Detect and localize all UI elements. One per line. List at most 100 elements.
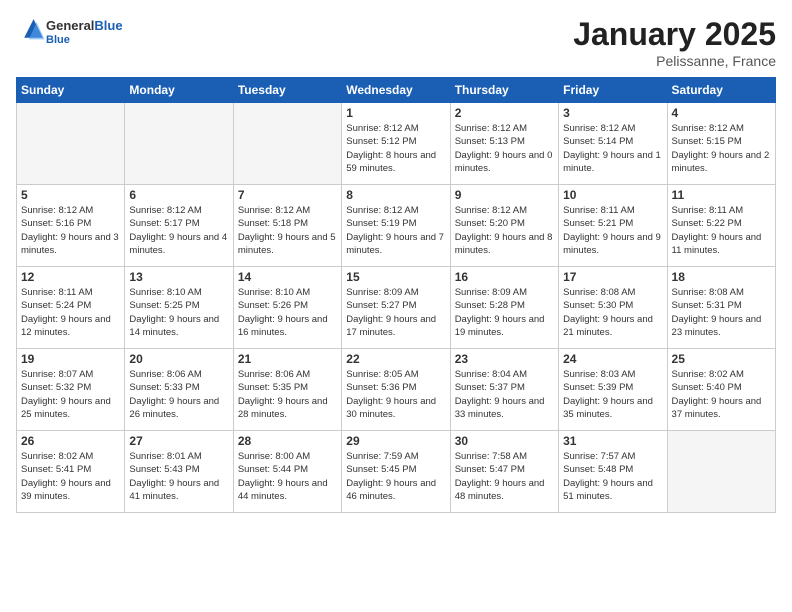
- day-number: 13: [129, 270, 228, 284]
- day-info: Sunrise: 7:59 AMSunset: 5:45 PMDaylight:…: [346, 450, 445, 503]
- day-info: Sunrise: 8:05 AMSunset: 5:36 PMDaylight:…: [346, 368, 445, 421]
- day-number: 28: [238, 434, 337, 448]
- day-info: Sunrise: 7:57 AMSunset: 5:48 PMDaylight:…: [563, 450, 662, 503]
- logo-icon: [18, 16, 46, 44]
- day-number: 27: [129, 434, 228, 448]
- day-number: 31: [563, 434, 662, 448]
- calendar-cell: 7 Sunrise: 8:12 AMSunset: 5:18 PMDaylight…: [233, 185, 341, 267]
- calendar-cell: 9Sunrise: 8:12 AMSunset: 5:20 PMDaylight…: [450, 185, 558, 267]
- calendar-cell: 10 Sunrise: 8:11 AMSunset: 5:21 PMDayligh…: [559, 185, 667, 267]
- day-number: 11: [672, 188, 771, 202]
- calendar-table: Sunday Monday Tuesday Wednesday Thursday…: [16, 77, 776, 513]
- calendar-cell: [233, 103, 341, 185]
- calendar-cell: 29Sunrise: 7:59 AMSunset: 5:45 PMDayligh…: [342, 431, 450, 513]
- day-number: 3: [563, 106, 662, 120]
- calendar-cell: 16 Sunrise: 8:09 AMSunset: 5:28 PMDayligh…: [450, 267, 558, 349]
- day-info: Sunrise: 8:12 AMSunset: 5:18 PMDaylight:…: [238, 204, 337, 257]
- header-friday: Friday: [559, 78, 667, 103]
- weekday-header-row: Sunday Monday Tuesday Wednesday Thursday…: [17, 78, 776, 103]
- day-info: Sunrise: 8:00 AMSunset: 5:44 PMDaylight:…: [238, 450, 337, 503]
- title-section: January 2025 Pelissanne, France: [573, 16, 776, 69]
- calendar-cell: 25Sunrise: 8:02 AMSunset: 5:40 PMDayligh…: [667, 349, 775, 431]
- month-title: January 2025: [573, 16, 776, 53]
- location: Pelissanne, France: [573, 53, 776, 69]
- calendar-cell: 12 Sunrise: 8:11 AMSunset: 5:24 PMDayligh…: [17, 267, 125, 349]
- day-number: 21: [238, 352, 337, 366]
- day-info: Sunrise: 8:12 AMSunset: 5:14 PMDaylight:…: [563, 122, 662, 175]
- calendar-cell: 1 Sunrise: 8:12 AMSunset: 5:12 PMDaylight…: [342, 103, 450, 185]
- day-info: Sunrise: 8:07 AMSunset: 5:32 PMDaylight:…: [21, 368, 120, 421]
- calendar-cell: 4 Sunrise: 8:12 AMSunset: 5:15 PMDaylight…: [667, 103, 775, 185]
- day-number: 15: [346, 270, 445, 284]
- calendar-cell: 6Sunrise: 8:12 AMSunset: 5:17 PMDaylight…: [125, 185, 233, 267]
- day-info: Sunrise: 8:08 AMSunset: 5:31 PMDaylight:…: [672, 286, 771, 339]
- calendar-cell: 21Sunrise: 8:06 AMSunset: 5:35 PMDayligh…: [233, 349, 341, 431]
- logo-general-text: GeneralBlue: [46, 19, 123, 33]
- day-info: Sunrise: 8:12 AMSunset: 5:20 PMDaylight:…: [455, 204, 554, 257]
- calendar-cell: 26 Sunrise: 8:02 AMSunset: 5:41 PMDayligh…: [17, 431, 125, 513]
- calendar-cell: 14 Sunrise: 8:10 AMSunset: 5:26 PMDayligh…: [233, 267, 341, 349]
- header-thursday: Thursday: [450, 78, 558, 103]
- calendar-cell: 28 Sunrise: 8:00 AMSunset: 5:44 PMDayligh…: [233, 431, 341, 513]
- header-sunday: Sunday: [17, 78, 125, 103]
- day-info: Sunrise: 8:12 AMSunset: 5:12 PMDaylight:…: [346, 122, 445, 175]
- calendar-cell: 5 Sunrise: 8:12 AMSunset: 5:16 PMDaylight…: [17, 185, 125, 267]
- day-info: Sunrise: 8:12 AMSunset: 5:16 PMDaylight:…: [21, 204, 120, 257]
- calendar-cell: 23 Sunrise: 8:04 AMSunset: 5:37 PMDayligh…: [450, 349, 558, 431]
- day-info: Sunrise: 8:10 AMSunset: 5:25 PMDaylight:…: [129, 286, 228, 339]
- calendar-cell: 30Sunrise: 7:58 AMSunset: 5:47 PMDayligh…: [450, 431, 558, 513]
- day-number: 16: [455, 270, 554, 284]
- calendar-cell: 31 Sunrise: 7:57 AMSunset: 5:48 PMDayligh…: [559, 431, 667, 513]
- week-row-4: 19 Sunrise: 8:07 AMSunset: 5:32 PMDayligh…: [17, 349, 776, 431]
- day-info: Sunrise: 8:04 AMSunset: 5:37 PMDaylight:…: [455, 368, 554, 421]
- day-info: Sunrise: 8:01 AMSunset: 5:43 PMDaylight:…: [129, 450, 228, 503]
- calendar-cell: 3 Sunrise: 8:12 AMSunset: 5:14 PMDaylight…: [559, 103, 667, 185]
- logo: GeneralBlue Blue: [16, 16, 123, 49]
- day-number: 26: [21, 434, 120, 448]
- day-number: 7: [238, 188, 337, 202]
- day-info: Sunrise: 8:11 AMSunset: 5:22 PMDaylight:…: [672, 204, 771, 257]
- day-info: Sunrise: 8:03 AMSunset: 5:39 PMDaylight:…: [563, 368, 662, 421]
- day-number: 23: [455, 352, 554, 366]
- calendar-cell: [125, 103, 233, 185]
- week-row-5: 26 Sunrise: 8:02 AMSunset: 5:41 PMDayligh…: [17, 431, 776, 513]
- calendar-cell: 19 Sunrise: 8:07 AMSunset: 5:32 PMDayligh…: [17, 349, 125, 431]
- day-number: 30: [455, 434, 554, 448]
- day-number: 24: [563, 352, 662, 366]
- day-number: 4: [672, 106, 771, 120]
- day-info: Sunrise: 8:12 AMSunset: 5:15 PMDaylight:…: [672, 122, 771, 175]
- week-row-1: 1 Sunrise: 8:12 AMSunset: 5:12 PMDaylight…: [17, 103, 776, 185]
- calendar-cell: 15Sunrise: 8:09 AMSunset: 5:27 PMDayligh…: [342, 267, 450, 349]
- header-wednesday: Wednesday: [342, 78, 450, 103]
- calendar-cell: 22Sunrise: 8:05 AMSunset: 5:36 PMDayligh…: [342, 349, 450, 431]
- day-info: Sunrise: 8:11 AMSunset: 5:24 PMDaylight:…: [21, 286, 120, 339]
- day-number: 12: [21, 270, 120, 284]
- calendar-cell: 8Sunrise: 8:12 AMSunset: 5:19 PMDaylight…: [342, 185, 450, 267]
- day-info: Sunrise: 8:12 AMSunset: 5:19 PMDaylight:…: [346, 204, 445, 257]
- header-monday: Monday: [125, 78, 233, 103]
- day-number: 25: [672, 352, 771, 366]
- day-info: Sunrise: 8:11 AMSunset: 5:21 PMDaylight:…: [563, 204, 662, 257]
- day-number: 14: [238, 270, 337, 284]
- day-info: Sunrise: 8:06 AMSunset: 5:33 PMDaylight:…: [129, 368, 228, 421]
- day-number: 18: [672, 270, 771, 284]
- day-info: Sunrise: 8:02 AMSunset: 5:41 PMDaylight:…: [21, 450, 120, 503]
- day-number: 5: [21, 188, 120, 202]
- calendar-cell: 2 Sunrise: 8:12 AMSunset: 5:13 PMDaylight…: [450, 103, 558, 185]
- calendar-cell: 27 Sunrise: 8:01 AMSunset: 5:43 PMDayligh…: [125, 431, 233, 513]
- day-info: Sunrise: 8:12 AMSunset: 5:13 PMDaylight:…: [455, 122, 554, 175]
- day-info: Sunrise: 8:10 AMSunset: 5:26 PMDaylight:…: [238, 286, 337, 339]
- day-number: 19: [21, 352, 120, 366]
- day-number: 10: [563, 188, 662, 202]
- day-info: Sunrise: 8:09 AMSunset: 5:28 PMDaylight:…: [455, 286, 554, 339]
- calendar-cell: [17, 103, 125, 185]
- day-number: 20: [129, 352, 228, 366]
- week-row-2: 5 Sunrise: 8:12 AMSunset: 5:16 PMDaylight…: [17, 185, 776, 267]
- logo-tagline: Blue: [46, 34, 123, 46]
- calendar-cell: 11 Sunrise: 8:11 AMSunset: 5:22 PMDayligh…: [667, 185, 775, 267]
- calendar-cell: 18 Sunrise: 8:08 AMSunset: 5:31 PMDayligh…: [667, 267, 775, 349]
- calendar-cell: [667, 431, 775, 513]
- day-number: 1: [346, 106, 445, 120]
- day-number: 2: [455, 106, 554, 120]
- day-info: Sunrise: 8:08 AMSunset: 5:30 PMDaylight:…: [563, 286, 662, 339]
